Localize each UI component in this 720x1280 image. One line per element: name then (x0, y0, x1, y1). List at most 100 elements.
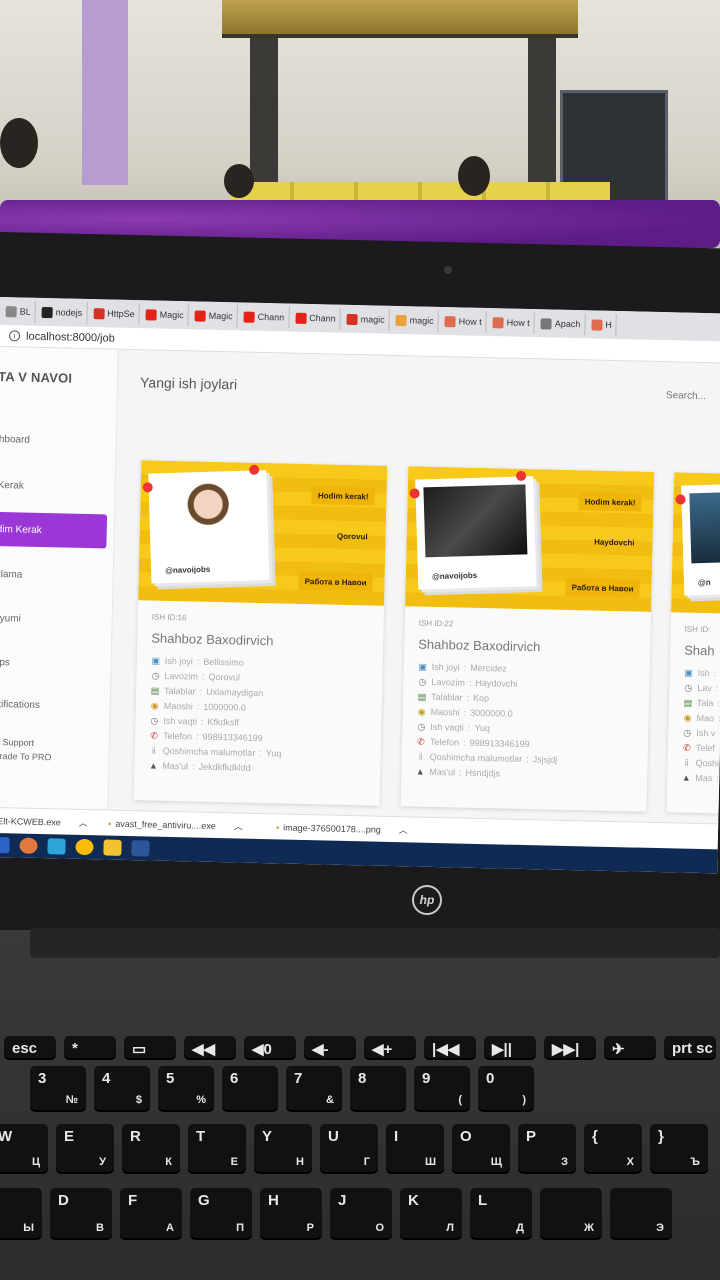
letter-key[interactable]: UГ (320, 1124, 378, 1172)
function-key[interactable]: ◀◀ (184, 1036, 236, 1058)
letter-key[interactable]: Ж (540, 1188, 602, 1238)
function-key[interactable]: ▶▶| (544, 1036, 596, 1058)
number-key[interactable]: 8 (350, 1066, 406, 1110)
letter-key[interactable]: EУ (56, 1124, 114, 1172)
letter-key[interactable]: TЕ (188, 1124, 246, 1172)
number-key[interactable]: 4 $ (94, 1066, 150, 1110)
job-card[interactable]: @navoijobs Hodim kerak! Haydovchi Работа… (400, 466, 655, 812)
browser-tab[interactable]: magic (342, 307, 391, 331)
browser-tab[interactable]: BL (1, 300, 36, 323)
sidebar-nav-item[interactable]: zyumi (0, 601, 105, 638)
field-separator: : (201, 671, 205, 682)
letter-key[interactable]: RК (122, 1124, 180, 1172)
letter-key[interactable]: IШ (386, 1124, 444, 1172)
brand-title[interactable]: TA V NAVOI (0, 369, 72, 386)
browser-tab[interactable]: HttpSe (88, 302, 140, 326)
letter-key[interactable]: {Х (584, 1124, 642, 1172)
function-key[interactable]: * (64, 1036, 116, 1058)
letter-key[interactable]: OЩ (452, 1124, 510, 1172)
job-card[interactable]: @navoijobs Hodim kerak! Qorovul Работа в… (133, 460, 388, 806)
word-icon[interactable] (131, 840, 150, 857)
sidebar-nav-item[interactable]: aps (0, 645, 104, 682)
tab-label: Magic (208, 310, 233, 322)
chrome-icon[interactable] (75, 838, 94, 856)
letter-key[interactable]: Э (610, 1188, 672, 1238)
browser-tab[interactable]: Chann (239, 305, 290, 329)
function-key[interactable]: esc (4, 1036, 56, 1058)
function-key[interactable]: ▭ (124, 1036, 176, 1058)
key-legend: J (338, 1192, 347, 1209)
store-icon[interactable] (47, 838, 66, 855)
sidebar-nav-item[interactable]: Kerak (0, 468, 108, 505)
app-icon[interactable] (19, 837, 38, 854)
function-key[interactable]: ▶|| (484, 1036, 536, 1058)
pillar (250, 38, 278, 188)
tab-label: magic (360, 314, 385, 325)
sidebar-nav-item[interactable]: otifications (0, 687, 103, 724)
number-key[interactable]: 7 & (286, 1066, 342, 1110)
letter-key[interactable]: JО (330, 1188, 392, 1238)
folder-icon[interactable] (103, 839, 122, 856)
job-author[interactable]: Shahboz Baxodirvich (151, 631, 273, 649)
browser-tab[interactable]: Magic (190, 304, 238, 328)
field-separator: : (196, 701, 200, 712)
browser-tab[interactable]: How t (488, 311, 536, 335)
url-text[interactable]: localhost:8000/job (26, 330, 115, 344)
sidebar-nav-item[interactable]: hboard (0, 422, 109, 459)
job-author[interactable]: Shahboz Baxodirvich (418, 637, 540, 655)
function-key[interactable]: ◀+ (364, 1036, 416, 1058)
field-value: Uxlamaydigan (206, 686, 264, 698)
letter-key[interactable]: } Ъ (650, 1124, 708, 1172)
sidebar-support-link[interactable]: TL Support (0, 735, 34, 750)
file-icon: ▪ (275, 821, 280, 832)
tab-label: Apach (554, 318, 581, 330)
function-key[interactable]: |◀◀ (424, 1036, 476, 1058)
letter-key[interactable]: Ы (0, 1188, 42, 1238)
browser-tab[interactable]: Magic (141, 303, 189, 327)
function-key[interactable]: ◀0 (244, 1036, 296, 1058)
field-separator: : (716, 772, 719, 783)
sidebar-upgrade-link[interactable]: pgrade To PRO (0, 749, 52, 764)
browser-tab[interactable]: How t (440, 310, 488, 334)
function-key[interactable]: prt sc (664, 1036, 716, 1058)
function-key[interactable]: ◀- (304, 1036, 356, 1058)
browser-tab[interactable]: H (587, 313, 618, 336)
chevron-up-icon[interactable]: ︿ (234, 819, 243, 832)
browser-tab[interactable]: nodejs (37, 300, 88, 324)
letter-key[interactable]: DВ (50, 1188, 112, 1238)
number-key[interactable]: 3 № (30, 1066, 86, 1110)
chevron-up-icon[interactable]: ︿ (399, 823, 408, 836)
number-key[interactable]: 6 (222, 1066, 278, 1110)
letter-key[interactable]: LД (470, 1188, 532, 1238)
sidebar-nav-item[interactable]: dim Kerak (0, 511, 108, 549)
letter-key[interactable]: HР (260, 1188, 322, 1238)
browser-tab[interactable]: Apach (536, 312, 586, 336)
browser-tab[interactable]: Chann (290, 306, 342, 330)
download-item[interactable]: ▪Elt-KCWEB.exe︿ (0, 814, 100, 829)
job-card[interactable]: @n ISH ID: Shah ▣ Ish: ◷ Lav: ▤ Tala: ◉ … (666, 472, 720, 818)
letter-key[interactable]: FА (120, 1188, 182, 1238)
field-value: 3000000.0 (470, 707, 513, 719)
letter-key[interactable]: WЦ (0, 1124, 48, 1172)
search-input[interactable] (665, 390, 720, 403)
letter-key[interactable]: GП (190, 1188, 252, 1238)
function-key[interactable]: ✈ (604, 1036, 656, 1058)
number-key[interactable]: 5% (158, 1066, 214, 1110)
job-author[interactable]: Shah (684, 643, 715, 659)
letter-key[interactable]: PЗ (518, 1124, 576, 1172)
field-label: Ish joyi (164, 655, 193, 666)
polaroid-photo: @navoijobs (148, 470, 270, 584)
download-item[interactable]: ▪ avast_free_antiviru....exe ︿ (108, 817, 268, 834)
sidebar-nav-item[interactable]: klama (0, 557, 106, 594)
number-key[interactable]: 9( (414, 1066, 470, 1110)
chevron-up-icon[interactable]: ︿ (79, 816, 88, 829)
download-item[interactable]: ▪ image-376500178....png ︿ (276, 820, 436, 837)
letter-key[interactable]: KЛ (400, 1188, 462, 1238)
letter-key[interactable]: YН (254, 1124, 312, 1172)
start-icon[interactable] (0, 836, 10, 854)
key-legend: F (128, 1192, 138, 1209)
polaroid-photo: @navoijobs (415, 476, 537, 590)
browser-tab[interactable]: magic (391, 308, 440, 332)
number-key[interactable]: 0) (478, 1066, 534, 1110)
info-icon[interactable]: i (8, 330, 21, 342)
